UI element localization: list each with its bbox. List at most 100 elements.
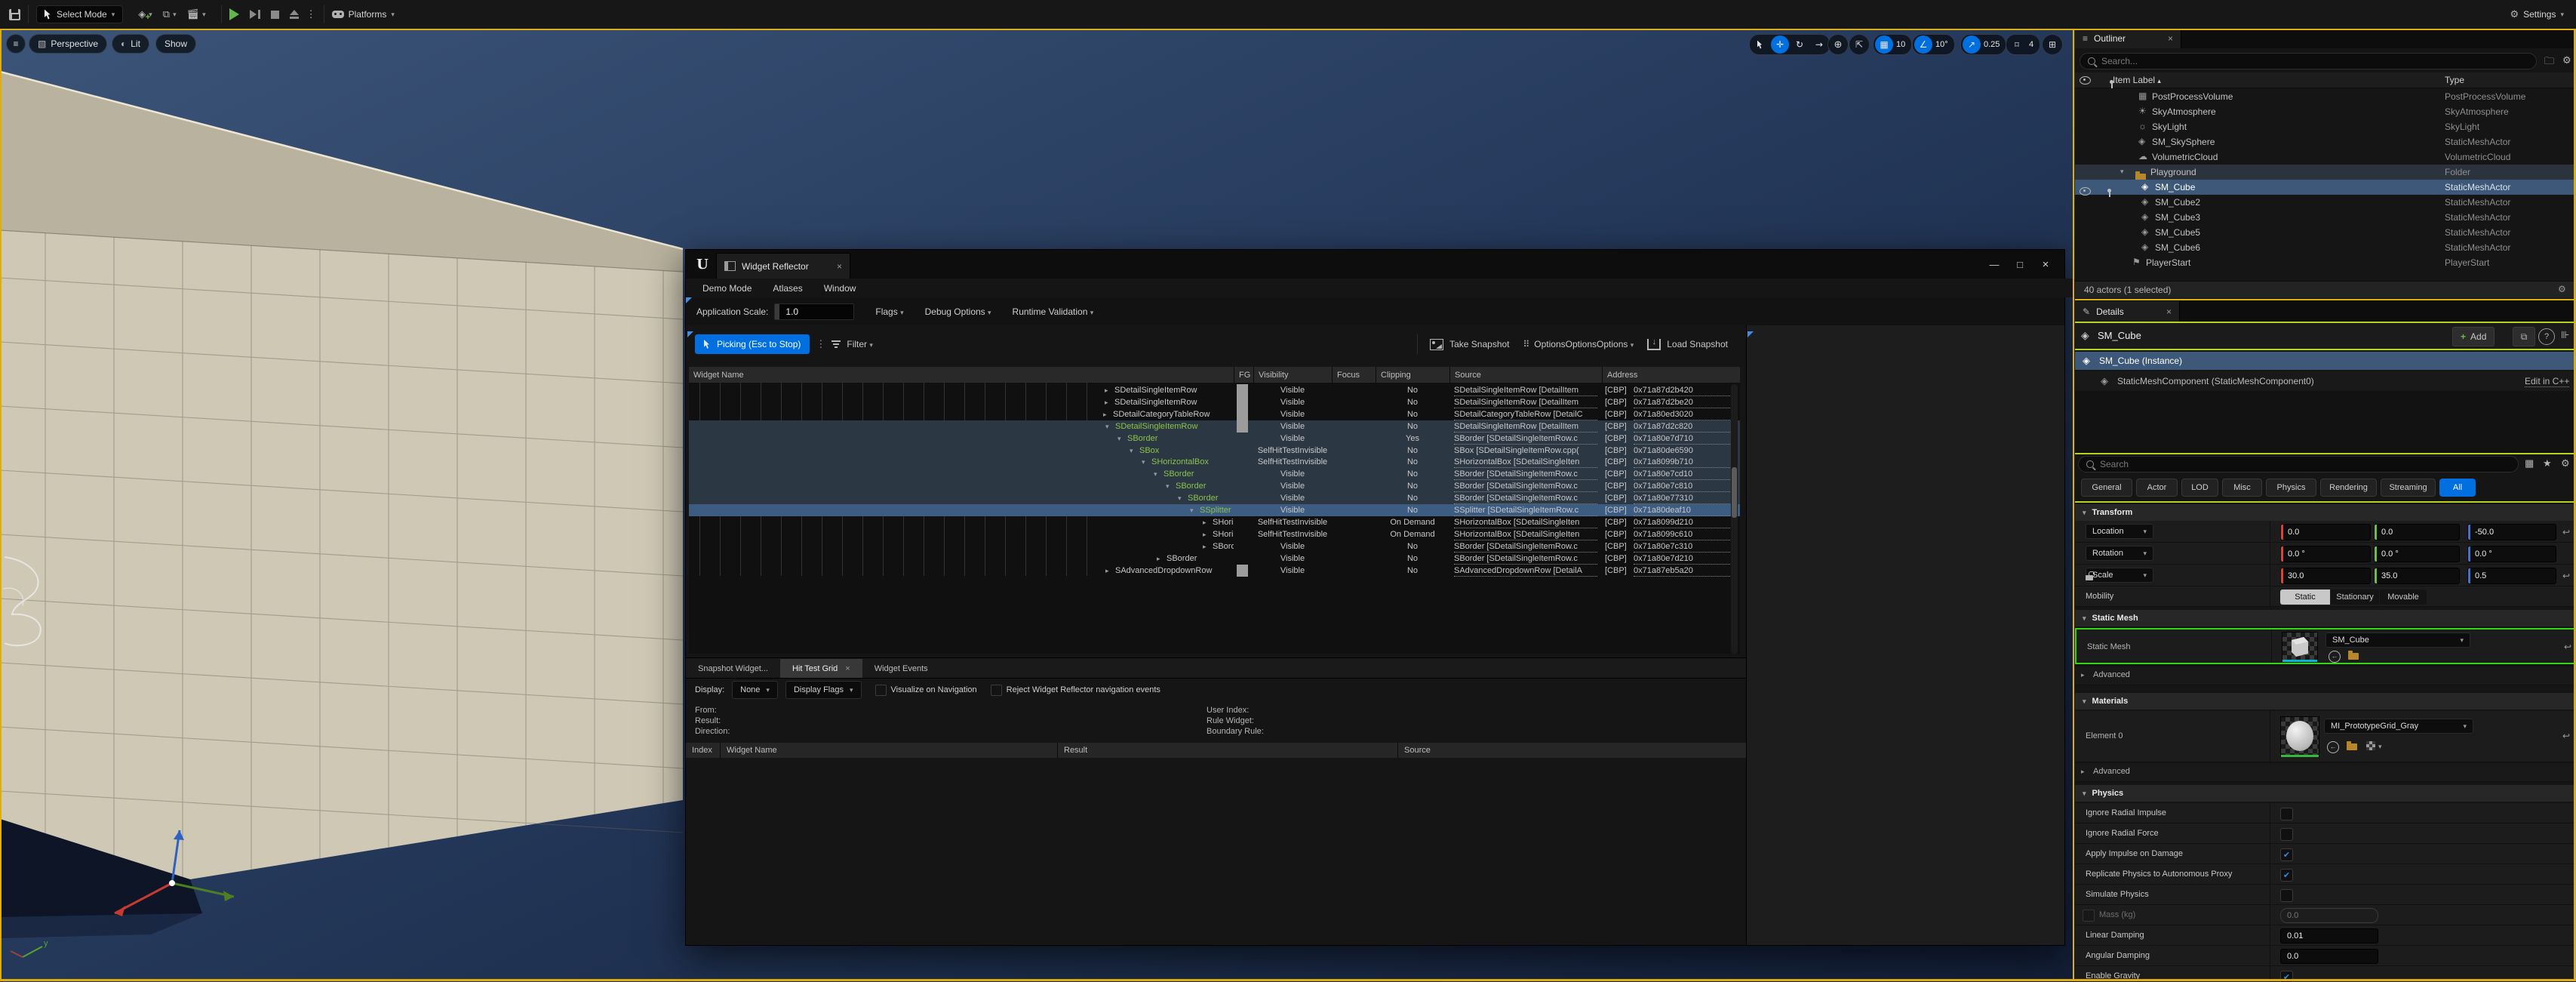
scale-snap-value[interactable]: 0.25	[1982, 40, 2004, 49]
physics-section-header[interactable]: ▾ Physics	[2075, 785, 2576, 802]
vector-input-y[interactable]: 0.0	[2374, 524, 2460, 540]
column-header-clipping[interactable]: Clipping	[1376, 367, 1449, 383]
grid-snap-value[interactable]: 10	[1895, 40, 1910, 49]
chevron-down-icon[interactable]: ▾	[2378, 743, 2382, 751]
material-thumbnail[interactable]	[2280, 716, 2319, 757]
outliner-settings-icon[interactable]: ⚙	[2558, 284, 2566, 294]
outliner-row-sm_cube[interactable]: ◈SM_CubeStaticMeshActor	[2075, 180, 2576, 195]
widget-tree-row[interactable]: ▸SHorizontalBoxSelfHitTestInvisibleOn De…	[689, 528, 1740, 540]
platforms-dropdown[interactable]: Platforms ▾	[344, 6, 402, 23]
tree-scrollbar-thumb[interactable]	[1732, 467, 1737, 518]
maximize-button[interactable]: □	[2007, 256, 2033, 272]
edit-in-cpp-link[interactable]: Edit in C++	[2525, 376, 2569, 387]
outliner-tab[interactable]: ≡ Outliner ×	[2075, 29, 2181, 48]
outliner-row-skylight[interactable]: ☼SkyLightSkyLight	[2075, 119, 2576, 134]
widget-tree-row[interactable]: ▸SBorderVisibleNoSBorder [SDetailSingleI…	[689, 553, 1740, 565]
column-header-fg[interactable]: FG	[1234, 367, 1253, 383]
vector-input-x[interactable]: 0.0 °	[2280, 546, 2371, 562]
physics-checkbox[interactable]: ✔	[2280, 869, 2293, 882]
eject-button[interactable]	[290, 10, 299, 19]
address-cell[interactable]: 0x71a87eb5a20	[1634, 565, 1738, 577]
tree-expand-icon[interactable]: ▸	[1105, 396, 1108, 408]
column-header-widget-name[interactable]: Widget Name	[689, 367, 1234, 383]
tree-expand-icon[interactable]: ▸	[1103, 408, 1107, 420]
result-column-index[interactable]: Index	[686, 743, 720, 758]
select-mode-dropdown[interactable]: Select Mode ▾	[36, 5, 123, 23]
browse-to-asset-icon[interactable]	[2347, 743, 2357, 750]
source-cell[interactable]: SDetailCategoryTableRow [DetailC	[1454, 409, 1597, 420]
transform-axis-dropdown[interactable]: Scale▾	[2086, 568, 2153, 583]
column-header-visibility[interactable]: Visibility	[1253, 367, 1332, 383]
tree-expand-icon[interactable]: ▾	[1166, 480, 1170, 492]
scale-snap-toggle[interactable]: ↗	[1963, 35, 1981, 54]
static-mesh-section-header[interactable]: ▾ Static Mesh	[2075, 610, 2576, 626]
camera-speed-icon[interactable]: ⌑	[2008, 35, 2026, 54]
lock-open-icon[interactable]	[2086, 575, 2093, 580]
source-cell[interactable]: SAdvancedDropdownRow [DetailA	[1454, 565, 1597, 577]
tab-close-icon[interactable]: ×	[2166, 306, 2172, 317]
address-cell[interactable]: 0x71a80ed3020	[1634, 409, 1738, 420]
source-cell[interactable]: SBorder [SDetailSingleItemRow.c	[1454, 433, 1597, 445]
vector-input-x[interactable]: 0.0	[2280, 524, 2371, 540]
reset-to-default-icon[interactable]: ↩	[2564, 642, 2571, 652]
filter-chip-all[interactable]: All	[2439, 479, 2476, 497]
minimize-button[interactable]: —	[1981, 256, 2007, 272]
source-cell[interactable]: SBorder [SDetailSingleItemRow.c	[1454, 493, 1597, 504]
menu-window[interactable]: Window	[824, 283, 856, 294]
runtime-validation-dropdown[interactable]: Runtime Validation ▾	[1013, 306, 1094, 317]
vector-input-z[interactable]: 0.0 °	[2467, 546, 2556, 562]
debug-options-dropdown[interactable]: Debug Options ▾	[925, 306, 991, 317]
tree-expand-icon[interactable]: ▸	[1203, 540, 1207, 553]
vector-input-y[interactable]: 0.0 °	[2374, 546, 2460, 562]
subtab-widget-events[interactable]: Widget Events	[862, 659, 940, 678]
outliner-settings-icon[interactable]: ⚙	[2562, 54, 2571, 66]
lit-dropdown[interactable]: ◐ Lit	[112, 34, 149, 54]
tree-expand-icon[interactable]: ▾	[1142, 456, 1145, 468]
widget-tree-row[interactable]: ▾SBorderVisibleNoSBorder [SDetailSingleI…	[689, 468, 1740, 480]
widget-tree-row[interactable]: ▾SDetailSingleItemRowVisibleNoSDetailSin…	[689, 420, 1740, 433]
outliner-row-skyatmosphere[interactable]: ☀SkyAtmosphereSkyAtmosphere	[2075, 104, 2576, 119]
source-cell[interactable]: SHorizontalBox [SDetailSingleIten	[1454, 517, 1597, 528]
result-column-source[interactable]: Source	[1397, 743, 1746, 758]
picking-kebab-icon[interactable]: ⋮	[816, 338, 825, 350]
source-cell[interactable]: SBox [SDetailSingleItemRow.cpp(	[1454, 445, 1597, 457]
details-settings-icon[interactable]: ⚙	[2561, 457, 2570, 469]
vector-input-y[interactable]: 35.0	[2374, 568, 2460, 584]
pin-icon[interactable]	[2107, 189, 2111, 192]
physics-checkbox[interactable]: ✔	[2280, 848, 2293, 861]
outliner-search-input[interactable]: Search...	[2080, 53, 2537, 69]
mobility-static[interactable]: Static	[2280, 590, 2330, 605]
stop-button[interactable]	[271, 11, 279, 19]
transform-section-header[interactable]: ▾ Transform	[2075, 504, 2576, 521]
source-cell[interactable]: SHorizontalBox [SDetailSingleIten	[1454, 529, 1597, 540]
cinematics-caret-icon[interactable]: ▾	[202, 11, 206, 19]
result-column-widget-name[interactable]: Widget Name	[720, 743, 1057, 758]
move-tool[interactable]: ✛	[1771, 35, 1789, 54]
tree-scrollbar[interactable]	[1731, 384, 1738, 654]
item-label-column[interactable]: Item Label ▴	[2113, 75, 2161, 85]
column-header-source[interactable]: Source	[1449, 367, 1602, 383]
details-search-input[interactable]: Search	[2078, 456, 2519, 473]
transform-axis-dropdown[interactable]: Rotation▾	[2086, 546, 2153, 561]
load-snapshot-button[interactable]: Load Snapshot	[1667, 339, 1728, 349]
display-flags-dropdown[interactable]: Display Flags▾	[785, 681, 862, 699]
tree-expand-icon[interactable]: ▸	[1203, 516, 1207, 528]
outliner-row-playerstart[interactable]: ⚑PlayerStartPlayerStart	[2075, 255, 2576, 270]
widget-tree-row[interactable]: ▾SBorderVisibleNoSBorder [SDetailSingleI…	[689, 492, 1740, 504]
physics-checkbox[interactable]	[2280, 828, 2293, 841]
tree-expand-icon[interactable]: ▸	[1157, 553, 1160, 565]
blueprint-button[interactable]: ⧉	[2513, 327, 2535, 346]
tree-expand-icon[interactable]: ▾	[1105, 420, 1109, 433]
tree-expand-icon[interactable]: ▾	[1117, 433, 1121, 445]
mass-override-checkbox[interactable]	[2083, 910, 2095, 922]
maximize-viewport-toggle[interactable]: ⊞	[2042, 34, 2063, 55]
column-header-focus[interactable]: Focus	[1332, 367, 1376, 383]
mass-input[interactable]: 0.0	[2280, 908, 2378, 923]
menu-demo-mode[interactable]: Demo Mode	[702, 283, 752, 294]
frame-skip-button[interactable]	[250, 10, 260, 19]
reset-to-default-icon[interactable]: ↩	[2562, 527, 2570, 537]
widget-tree-row[interactable]: ▾SBorderVisibleNoSBorder [SDetailSingleI…	[689, 480, 1740, 492]
perspective-dropdown[interactable]: ▧ Perspective	[29, 34, 107, 54]
cinematics-icon[interactable]: 🎬︎	[187, 8, 200, 20]
address-cell[interactable]: 0x71a80e7c310	[1634, 541, 1738, 553]
